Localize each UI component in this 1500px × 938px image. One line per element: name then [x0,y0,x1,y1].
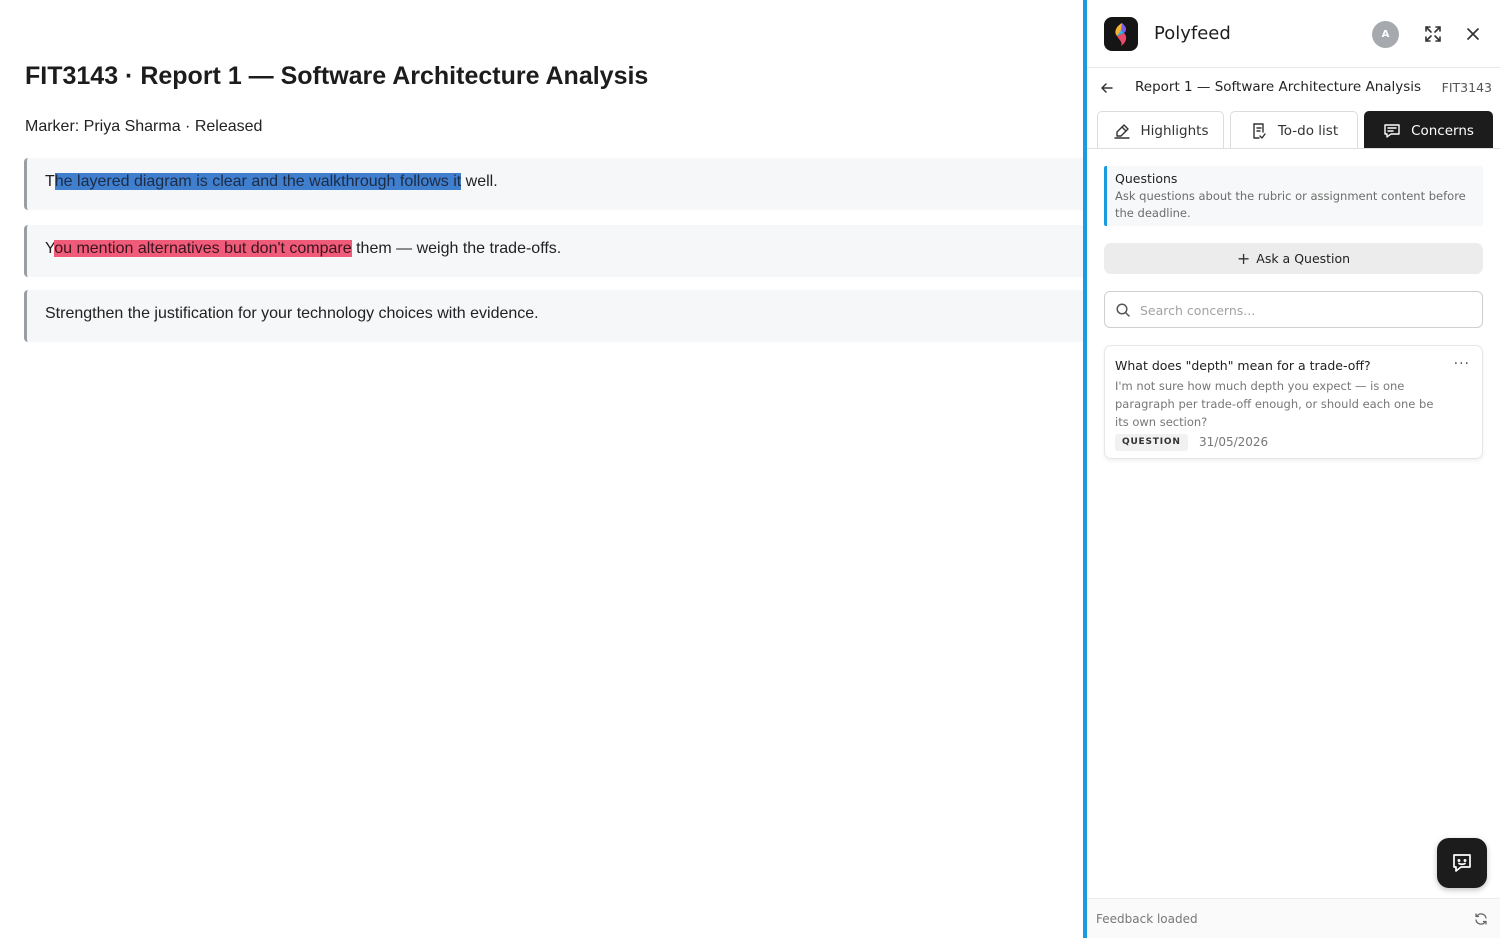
message-icon [1384,123,1400,138]
concern-date: 31/05/2026 [1199,435,1269,449]
panel-header: Polyfeed A [1087,0,1500,68]
comment-text: well. [461,173,498,190]
refresh-icon[interactable] [1474,912,1488,926]
brand-name: Polyfeed [1154,23,1231,44]
tab-todo-list[interactable]: To-do list [1230,111,1358,149]
questions-info-box: Questions Ask questions about the rubric… [1104,166,1483,226]
arrow-left-icon [1101,83,1113,93]
expand-button[interactable] [1423,24,1443,44]
checklist-icon [1253,122,1266,139]
breadcrumb: Report 1 — Software Architecture Analysi… [1087,68,1500,108]
tab-label: To-do list [1277,122,1339,139]
tab-concerns[interactable]: Concerns [1364,111,1493,149]
ask-question-button[interactable]: + Ask a Question [1104,243,1483,274]
comment-text: Y [45,240,55,257]
page-title: FIT3143 · Report 1 — Software Architectu… [25,62,649,90]
search-box[interactable] [1104,291,1483,328]
chat-button[interactable] [1437,838,1487,888]
ask-question-label: Ask a Question [1256,251,1351,266]
close-icon [1467,28,1479,40]
comment-text: T [45,173,55,190]
panel-footer: Feedback loaded [1087,898,1500,938]
unit-code: FIT3143 [1441,80,1492,95]
tab-divider [1087,148,1500,149]
info-text: Ask questions about the rubric or assign… [1115,189,1466,220]
close-button[interactable] [1463,24,1483,44]
back-button[interactable] [1099,80,1115,96]
tab-highlights[interactable]: Highlights [1097,111,1224,149]
polyfeed-logo-icon [1104,17,1138,51]
chat-icon [1453,854,1471,872]
assignment-title: Report 1 — Software Architecture Analysi… [1135,79,1422,95]
highlighter-icon [1113,123,1130,139]
document-area: FIT3143 · Report 1 — Software Architectu… [0,0,1086,938]
comment-text: them — weigh the trade-offs. [351,240,562,257]
tab-label: Concerns [1411,122,1474,139]
concern-title: What does "depth" mean for a trade-off? [1115,358,1371,373]
more-options-icon[interactable]: ··· [1454,356,1470,372]
concern-card[interactable]: What does "depth" mean for a trade-off? … [1104,345,1483,459]
highlight-blue[interactable]: he layered diagram is clear and the walk… [54,173,462,190]
concern-type-badge: QUESTION [1115,434,1188,451]
search-icon [1116,303,1130,317]
highlight-red[interactable]: ou mention alternatives but don't compar… [54,240,352,257]
status-text: Feedback loaded [1096,912,1198,926]
marker-info: Marker: Priya Sharma · Released [25,118,263,135]
plus-icon: + [1236,248,1251,268]
search-input[interactable] [1140,300,1470,320]
concern-body: I'm not sure how much depth you expect —… [1115,379,1434,429]
expand-icon [1425,26,1441,42]
polyfeed-panel: Polyfeed A Report 1 — Software Architect… [1083,0,1500,938]
feedback-comment-2[interactable]: You mention alternatives but don't compa… [24,225,1086,277]
info-title: Questions [1115,171,1178,186]
tab-label: Highlights [1140,122,1209,139]
avatar[interactable]: A [1372,21,1399,48]
feedback-comment-1[interactable]: The layered diagram is clear and the wal… [24,158,1086,210]
feedback-comment-3[interactable]: Strengthen the justification for your te… [24,290,1086,342]
comment-text: Strengthen the justification for your te… [45,305,539,322]
